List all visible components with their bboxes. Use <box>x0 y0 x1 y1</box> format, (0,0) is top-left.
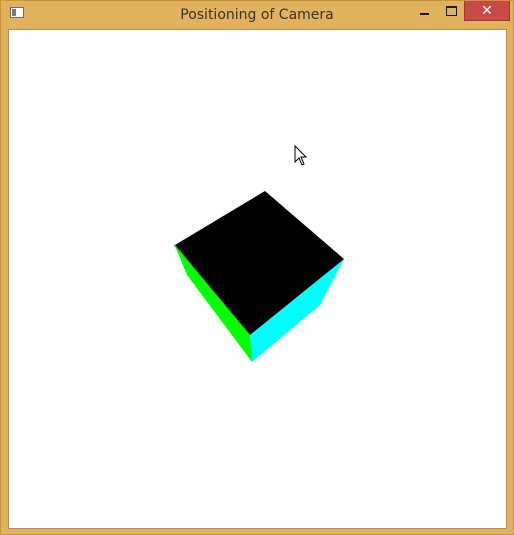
app-window: Positioning of Camera ✕ <box>0 0 514 535</box>
cube-scene <box>173 191 344 362</box>
cube-top-face <box>175 191 344 335</box>
minimize-icon <box>419 13 429 15</box>
arrow-cursor-icon <box>294 145 308 166</box>
close-icon: ✕ <box>481 2 493 19</box>
minimize-button[interactable] <box>410 1 438 21</box>
maximize-icon <box>445 6 457 16</box>
opengl-viewport[interactable] <box>8 29 507 529</box>
title-bar[interactable]: Positioning of Camera ✕ <box>1 1 513 29</box>
maximize-button[interactable] <box>438 1 464 21</box>
close-button[interactable]: ✕ <box>464 1 510 21</box>
